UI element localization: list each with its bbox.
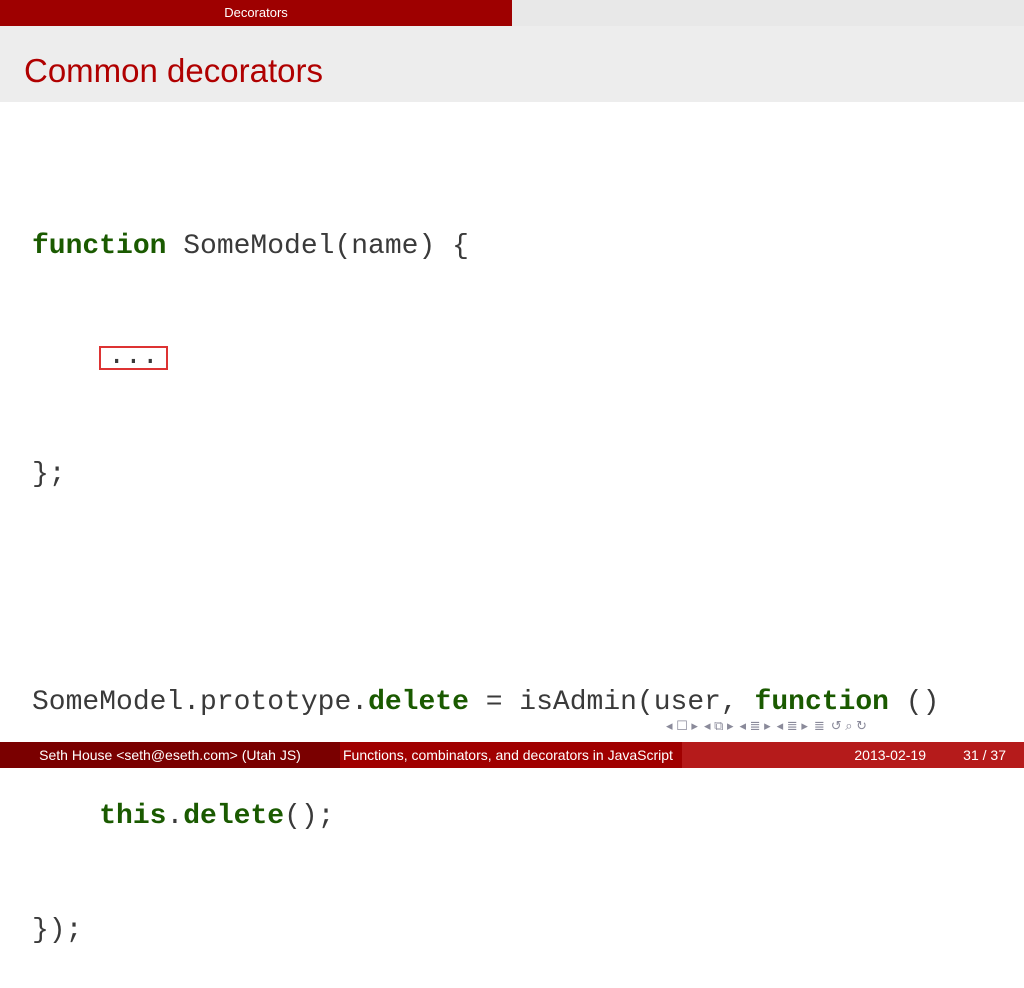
code-line: function SomeModel(name) { bbox=[32, 228, 939, 266]
code-text: (); bbox=[284, 801, 335, 832]
section-tab-decorators[interactable]: Decorators bbox=[0, 0, 512, 26]
footer-info: 2013-02-19 31 / 37 bbox=[682, 742, 1024, 768]
nav-toc-icon[interactable]: ≣ bbox=[814, 718, 825, 734]
highlighted-ellipsis: ... bbox=[99, 342, 168, 370]
code-line: }; bbox=[32, 456, 939, 494]
frame-title-bar: Common decorators bbox=[0, 26, 1024, 102]
code-text: = isAdmin(user, bbox=[468, 687, 755, 718]
footer-bar: Seth House <seth@eseth.com> (Utah JS) Fu… bbox=[0, 742, 1024, 768]
section-bar-filler bbox=[512, 0, 1024, 26]
nav-first-icon[interactable]: ◂ ☐ ▸ bbox=[666, 718, 698, 734]
code-keyword: delete bbox=[183, 801, 285, 832]
code-keyword: this bbox=[99, 801, 167, 832]
code-text: SomeModel.prototype. bbox=[32, 687, 369, 718]
footer-page-number: 31 / 37 bbox=[963, 747, 1006, 763]
code-keyword: function bbox=[754, 687, 889, 718]
code-text: SomeModel(name) { bbox=[166, 231, 469, 262]
nav-search-icon[interactable]: ↺ ⌕ ↻ bbox=[831, 718, 867, 734]
footer-presentation-title: Functions, combinators, and decorators i… bbox=[340, 742, 682, 768]
footer-date: 2013-02-19 bbox=[854, 747, 926, 763]
beamer-navigation-symbols: ◂ ☐ ▸ ◂ ⧉ ▸ ◂ ≣ ▸ ◂ ≣ ▸ ≣ ↺ ⌕ ↻ bbox=[666, 716, 867, 736]
nav-prev-frame-icon[interactable]: ◂ ⧉ ▸ bbox=[704, 718, 734, 734]
code-block: function SomeModel(name) { ... }; SomeMo… bbox=[32, 152, 939, 988]
code-line: ... bbox=[32, 342, 939, 380]
section-navigation-bar: Decorators bbox=[0, 0, 1024, 26]
nav-next-section-icon[interactable]: ◂ ≣ ▸ bbox=[777, 718, 808, 734]
code-text: }; bbox=[32, 459, 66, 490]
code-line: this.delete(); bbox=[32, 798, 939, 836]
code-keyword: delete bbox=[368, 687, 469, 718]
footer-author: Seth House <seth@eseth.com> (Utah JS) bbox=[0, 742, 340, 768]
code-line: }); bbox=[32, 912, 939, 950]
code-text: }); bbox=[32, 915, 83, 946]
nav-prev-section-icon[interactable]: ◂ ≣ ▸ bbox=[740, 718, 771, 734]
code-text: . bbox=[166, 801, 184, 832]
code-keyword: function bbox=[32, 231, 167, 262]
frame-title: Common decorators bbox=[24, 52, 323, 89]
code-text: () bbox=[888, 687, 940, 718]
